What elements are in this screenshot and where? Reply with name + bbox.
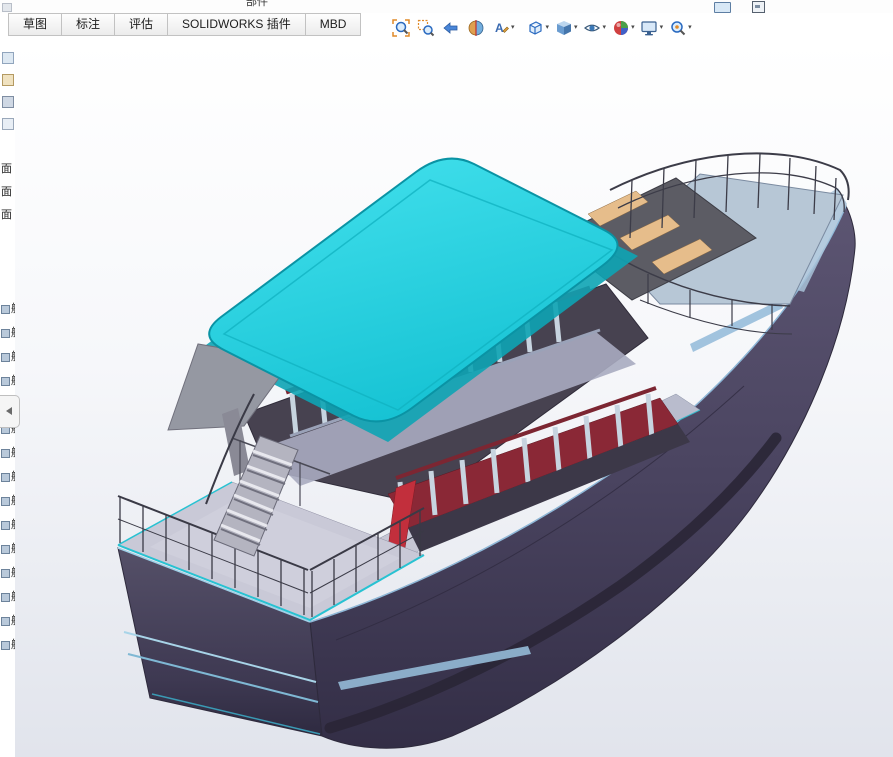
part-icon [1, 353, 10, 362]
tree-item[interactable]: 面 [1, 181, 12, 204]
part-icon [1, 545, 10, 554]
tab-mbd[interactable]: MBD [305, 13, 362, 36]
feature-tree-surface-items: 面 面 面 [1, 158, 12, 227]
part-icon [1, 617, 10, 626]
part-icon [1, 521, 10, 530]
feature-tree-outfitting-items: 舾 舾 舾 舾 舾 舾 舾 舾 舾 舾 舾 舾 舾 舾 舾 [1, 297, 15, 657]
tree-item[interactable]: 舾 [1, 345, 15, 369]
tree-item[interactable]: 舾 [1, 321, 15, 345]
graphics-area[interactable] [0, 42, 893, 757]
collapse-arrow-icon [6, 407, 12, 415]
heads-up-view-toolbar: A ▾ ▾ ▾ ▾ ▾ ▾ ▾ [388, 15, 694, 40]
tree-item[interactable]: 舾 [1, 585, 15, 609]
feature-tree-mini-icon[interactable] [2, 118, 14, 130]
tab-solidworks-addins[interactable]: SOLIDWORKS 插件 [167, 13, 306, 36]
yacht-3d-model[interactable] [0, 42, 893, 757]
zoom-to-fit-icon[interactable] [388, 15, 413, 40]
view-orientation-icon[interactable] [523, 15, 548, 40]
feature-tree-mini-icon[interactable] [2, 52, 14, 64]
part-icon [1, 641, 10, 650]
part-icon [1, 497, 10, 506]
tree-item[interactable]: 舾 [1, 537, 15, 561]
part-icon [1, 473, 10, 482]
apply-scene-icon[interactable] [637, 15, 662, 40]
chevron-down-icon[interactable]: ▾ [660, 15, 664, 40]
tree-item[interactable]: 舾 [1, 465, 15, 489]
tree-item[interactable]: 舾 [1, 369, 15, 393]
tree-item[interactable]: 舾 [1, 633, 15, 657]
part-icon [1, 329, 10, 338]
ribbon-partial-icon [2, 3, 12, 12]
tree-item[interactable]: 舾 [1, 513, 15, 537]
tree-item[interactable]: 面 [1, 204, 12, 227]
part-icon [1, 305, 10, 314]
view-settings-icon[interactable] [665, 15, 690, 40]
dynamic-annotation-views-icon[interactable]: A [488, 15, 513, 40]
edit-appearance-icon[interactable] [608, 15, 633, 40]
ribbon-partial-icon-2[interactable] [752, 1, 765, 13]
feature-tree-mini-icon[interactable] [2, 96, 14, 108]
tab-annotation[interactable]: 标注 [61, 13, 115, 36]
part-icon [1, 593, 10, 602]
ribbon-partial-button-label[interactable]: 部件 [246, 0, 268, 9]
ribbon-tab-bar: 草图 标注 评估 SOLIDWORKS 插件 MBD [8, 13, 360, 36]
tree-item[interactable]: 舾 [1, 561, 15, 585]
section-view-icon[interactable] [463, 15, 488, 40]
zoom-to-area-icon[interactable] [413, 15, 438, 40]
display-settings-icon[interactable] [714, 2, 731, 13]
ribbon-bottom-sliver: 部件 [0, 0, 893, 13]
chevron-down-icon[interactable]: ▾ [511, 15, 515, 40]
chevron-down-icon[interactable]: ▾ [546, 15, 550, 40]
chevron-down-icon[interactable]: ▾ [688, 15, 692, 40]
tab-sketch[interactable]: 草图 [8, 13, 62, 36]
svg-text:A: A [495, 21, 504, 35]
part-icon [1, 449, 10, 458]
tree-item[interactable]: 面 [1, 158, 12, 181]
display-style-icon[interactable] [551, 15, 576, 40]
feature-tree-mini-icon[interactable] [2, 74, 14, 86]
tree-item[interactable]: 舾 [1, 609, 15, 633]
part-icon [1, 569, 10, 578]
chevron-down-icon[interactable]: ▾ [631, 15, 635, 40]
chevron-down-icon[interactable]: ▾ [574, 15, 578, 40]
tree-item[interactable]: 舾 [1, 441, 15, 465]
hide-show-items-icon[interactable] [580, 15, 605, 40]
chevron-down-icon[interactable]: ▾ [603, 15, 607, 40]
tree-item[interactable]: 舾 [1, 489, 15, 513]
feature-panel-collapse-handle[interactable] [0, 395, 20, 428]
tree-item[interactable]: 舾 [1, 297, 15, 321]
previous-view-icon[interactable] [438, 15, 463, 40]
part-icon [1, 377, 10, 386]
tab-evaluate[interactable]: 评估 [114, 13, 168, 36]
